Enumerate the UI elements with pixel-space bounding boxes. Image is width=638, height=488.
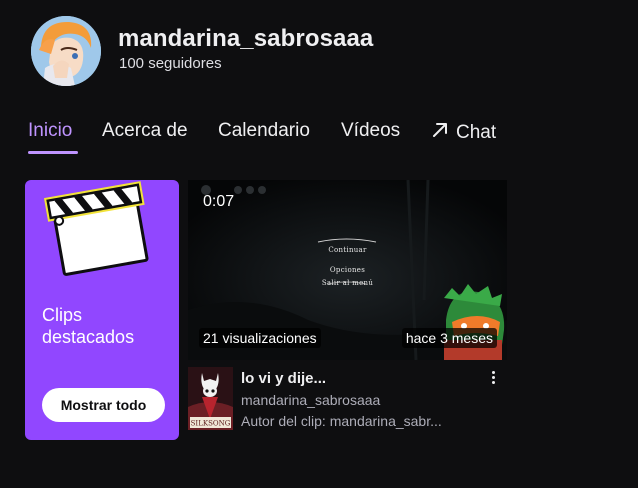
featured-clips-title: Clips destacados <box>42 304 179 348</box>
clip-views-badge: 21 visualizaciones <box>199 328 321 348</box>
more-options-icon[interactable] <box>486 369 500 389</box>
clip-title[interactable]: lo vi y dije... <box>241 370 326 387</box>
clip-channel-link[interactable]: mandarina_sabrosaaa <box>241 392 380 408</box>
clip-duration: 0:07 <box>203 193 235 210</box>
tab-label: Chat <box>456 122 497 143</box>
tab-acerca-de[interactable]: Acerca de <box>102 120 188 142</box>
show-all-button[interactable]: Mostrar todo <box>42 388 165 422</box>
game-label: SILKSONG <box>191 420 231 428</box>
clip-author: Autor del clip: mandarina_sabr... <box>241 413 442 429</box>
tab-chat[interactable]: Chat <box>430 120 496 144</box>
follower-count: 100 seguidores <box>119 55 222 72</box>
external-arrow-icon <box>433 123 447 137</box>
clapperboard-icon <box>43 181 149 276</box>
tab-videos[interactable]: Vídeos <box>341 120 400 142</box>
tab-label: Calendario <box>218 120 310 141</box>
tab-inicio[interactable]: Inicio <box>28 120 72 142</box>
channel-name[interactable]: mandarina_sabrosaaa <box>118 25 373 53</box>
tab-label: Vídeos <box>341 120 401 141</box>
tab-calendario[interactable]: Calendario <box>218 120 310 142</box>
video-menu-item: Continuar <box>328 246 367 254</box>
channel-avatar[interactable] <box>31 16 101 86</box>
tab-label: Inicio <box>28 120 73 141</box>
active-tab-indicator <box>28 151 78 154</box>
featured-clips-title-text: Clips destacados <box>42 305 135 347</box>
tab-label: Acerca de <box>102 120 188 141</box>
clip-age-badge: hace 3 meses <box>401 328 497 348</box>
video-menu-item: Salir al menú <box>321 279 374 287</box>
video-menu-item: Opciones <box>329 266 366 274</box>
clip-video-thumbnail[interactable]: Continuar Opciones Salir al menú 0:07 21… <box>188 180 507 360</box>
featured-clips-card: Clips destacados Mostrar todo <box>25 180 179 440</box>
game-boxart[interactable]: SILKSONG <box>188 367 233 430</box>
